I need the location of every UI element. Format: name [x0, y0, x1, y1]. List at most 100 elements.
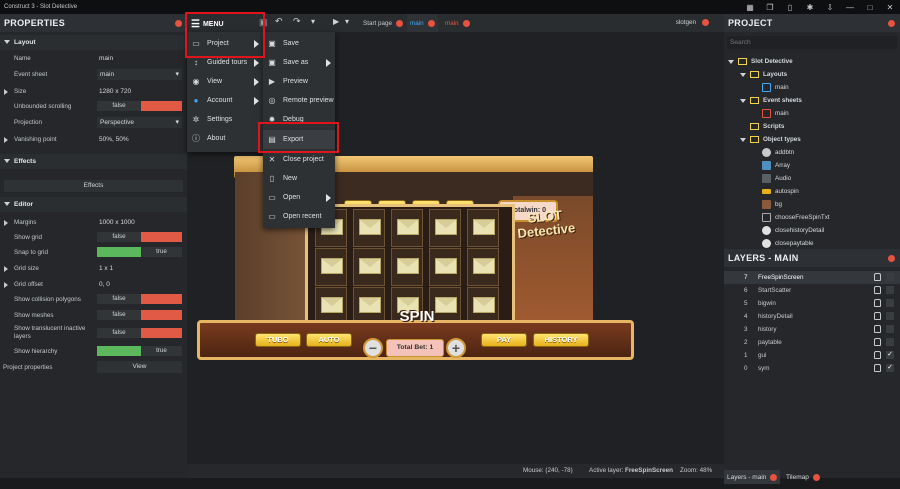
close-tab-icon[interactable] — [770, 473, 778, 481]
layer-row[interactable]: 2 paytable — [724, 336, 900, 349]
layer-row[interactable]: 5 bigwin — [724, 297, 900, 310]
prop-meshes[interactable]: Show meshes false — [0, 308, 187, 322]
grid-icon[interactable]: ▦ — [740, 3, 760, 12]
close-tab-icon[interactable] — [427, 19, 435, 27]
puzzle-icon[interactable]: ✱ — [800, 3, 820, 12]
prop-collision[interactable]: Show collision polygons false — [0, 292, 187, 306]
visibility-checkbox[interactable] — [886, 338, 894, 346]
meshes-toggle[interactable]: false — [97, 310, 182, 320]
file-icon[interactable]: ▯ — [780, 3, 800, 12]
auto-button[interactable]: AUTO — [306, 333, 352, 347]
tree-layouts[interactable]: Layouts — [740, 68, 787, 81]
tree-scripts[interactable]: Scripts — [750, 120, 784, 133]
turbo-button[interactable]: TUBO — [255, 333, 301, 347]
submenu-preview[interactable]: ▶ Preview — [263, 72, 335, 91]
user-name[interactable]: slotgen — [676, 19, 696, 26]
close-tab-icon[interactable] — [396, 19, 404, 27]
prop-value[interactable]: 1 x 1 — [99, 265, 113, 272]
notification-icon[interactable] — [702, 19, 709, 26]
prop-value[interactable]: 1000 x 1000 — [99, 219, 135, 226]
close-tab-icon[interactable] — [812, 473, 820, 481]
layer-row[interactable]: 1 gui ✓ — [724, 349, 900, 362]
prop-unbounded[interactable]: Unbounded scrolling false — [0, 99, 187, 113]
prop-value[interactable]: 1280 x 720 — [99, 88, 131, 95]
submenu-save-as[interactable]: ▣ Save as — [263, 53, 335, 72]
hierarchy-toggle[interactable]: true — [97, 346, 182, 356]
prop-event-sheet[interactable]: Event sheet main — [0, 67, 187, 81]
close-icon[interactable]: ✕ — [880, 3, 900, 12]
tab-tilemap[interactable]: Tilemap — [783, 470, 823, 484]
tree-object[interactable]: bg — [762, 198, 782, 211]
close-panel-icon[interactable] — [175, 19, 182, 27]
spin-label[interactable]: SPIN — [387, 308, 447, 330]
visibility-checkbox[interactable]: ✓ — [886, 364, 894, 372]
show-grid-toggle[interactable]: false — [97, 232, 182, 242]
visibility-checkbox[interactable] — [886, 312, 894, 320]
project-properties-view-button[interactable]: View — [97, 361, 182, 373]
prop-name[interactable]: Name main — [0, 51, 187, 65]
effects-section[interactable]: Effects — [0, 154, 187, 169]
close-tab-icon[interactable] — [462, 19, 470, 27]
undo-icon[interactable]: ↶ — [275, 16, 283, 27]
tree-layout-main[interactable]: main — [762, 81, 789, 94]
history-button[interactable]: HISTORY — [533, 333, 589, 347]
add-bet-button[interactable]: + — [446, 338, 466, 358]
play-dropdown-icon[interactable]: ▾ — [345, 17, 349, 26]
prop-projection[interactable]: Projection Perspective — [0, 115, 187, 129]
lock-icon[interactable] — [874, 286, 881, 294]
visibility-checkbox[interactable] — [886, 325, 894, 333]
prop-value[interactable]: main — [99, 55, 113, 62]
submenu-new[interactable]: ▯ New — [263, 169, 335, 188]
submenu-open[interactable]: ▭ Open — [263, 188, 335, 207]
prop-snap[interactable]: Snap to grid true — [0, 245, 187, 259]
tree-root[interactable]: Slot Detective — [728, 55, 793, 68]
effects-button[interactable]: Effects — [4, 180, 183, 192]
lock-icon[interactable] — [874, 299, 881, 307]
layout-canvas[interactable]: x1 x2 x3 x5 Totalwin: 0 SLOT Detective T… — [187, 32, 724, 464]
visibility-checkbox[interactable] — [886, 286, 894, 294]
layer-row[interactable]: 6 StartScatter — [724, 284, 900, 297]
projection-select[interactable]: Perspective — [97, 117, 182, 128]
tab-main-events[interactable]: main — [442, 14, 473, 32]
snap-toggle[interactable]: true — [97, 247, 182, 257]
prop-hierarchy[interactable]: Show hierarchy true — [0, 344, 187, 358]
redo-icon[interactable]: ↷ — [293, 16, 301, 27]
submenu-open-recent[interactable]: ▭ Open recent — [263, 207, 335, 226]
download-icon[interactable]: ⇩ — [820, 3, 840, 12]
menu-item-about[interactable]: ⓘ About — [187, 129, 263, 148]
dropdown-icon[interactable]: ▾ — [311, 17, 315, 26]
prop-grid-offset[interactable]: Grid offset 0, 0 — [0, 277, 187, 291]
lock-icon[interactable] — [874, 273, 881, 281]
menu-item-settings[interactable]: ✲ Settings — [187, 110, 263, 129]
tree-object[interactable]: autospin — [762, 185, 799, 198]
lock-icon[interactable] — [874, 351, 881, 359]
unbounded-toggle[interactable]: false — [97, 101, 182, 111]
prop-translucent[interactable]: Show translucent inactive layers false — [0, 324, 187, 342]
prop-value[interactable]: 0, 0 — [99, 281, 110, 288]
prop-show-grid[interactable]: Show grid false — [0, 230, 187, 244]
tree-event-sheets[interactable]: Event sheets — [740, 94, 802, 107]
tree-object-types[interactable]: Object types — [740, 133, 801, 146]
play-icon[interactable]: ▶ — [333, 17, 339, 26]
lock-icon[interactable] — [874, 364, 881, 372]
close-panel-icon[interactable] — [888, 19, 895, 27]
prop-size[interactable]: Size 1280 x 720 — [0, 84, 187, 98]
close-panel-icon[interactable] — [888, 254, 895, 262]
menu-item-account[interactable]: ● Account — [187, 91, 263, 110]
tree-object[interactable]: addbtn — [762, 146, 794, 159]
layer-row[interactable]: 7 FreeSpinScreen — [724, 271, 900, 284]
prop-value[interactable]: 50%, 50% — [99, 136, 129, 143]
visibility-checkbox[interactable] — [886, 299, 894, 307]
prop-margins[interactable]: Margins 1000 x 1000 — [0, 215, 187, 229]
menu-item-view[interactable]: ◉ View — [187, 72, 263, 91]
tree-object[interactable]: Audio — [762, 172, 791, 185]
project-search-input[interactable] — [727, 36, 897, 49]
lock-icon[interactable] — [874, 312, 881, 320]
lock-icon[interactable] — [874, 338, 881, 346]
tree-object[interactable]: closehistoryDetail — [762, 224, 824, 237]
editor-section[interactable]: Editor — [0, 197, 187, 212]
translucent-toggle[interactable]: false — [97, 328, 182, 338]
prop-project-properties[interactable]: Project properties View — [0, 360, 187, 374]
pay-button[interactable]: PAY — [481, 333, 527, 347]
minus-bet-button[interactable]: − — [363, 338, 383, 358]
